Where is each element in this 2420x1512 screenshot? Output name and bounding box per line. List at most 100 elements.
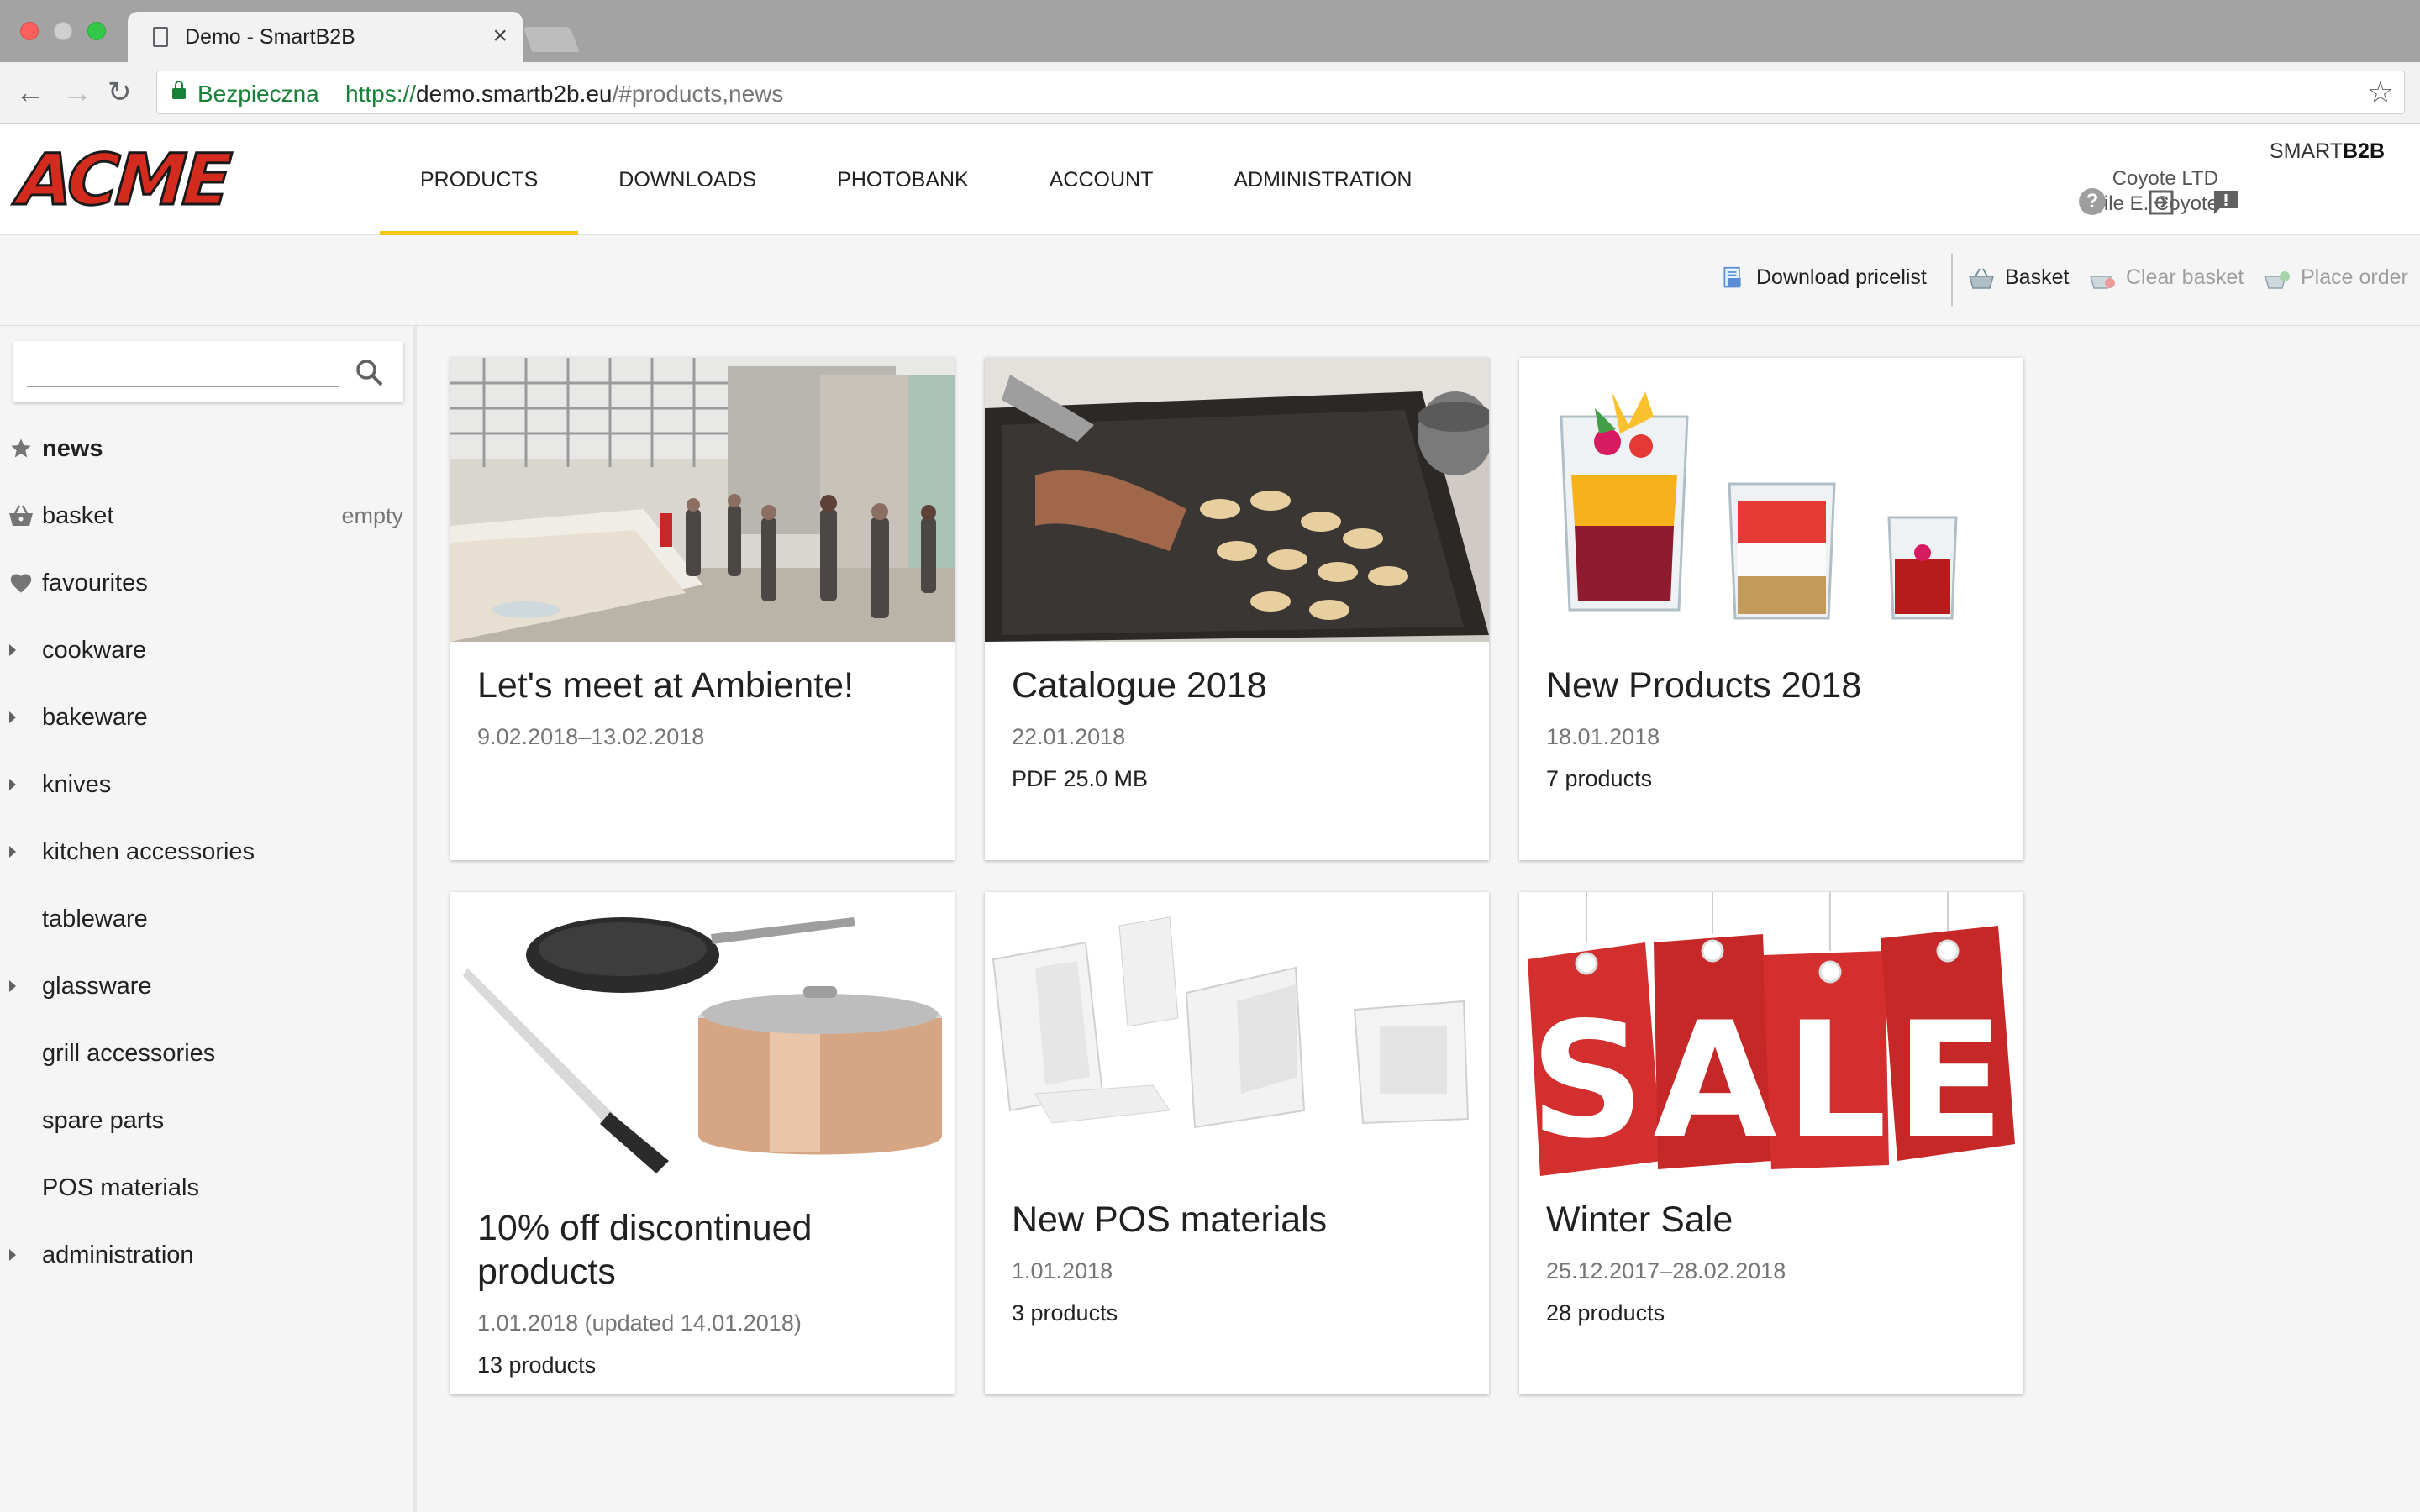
card-date: 9.02.2018–13.02.2018: [477, 724, 705, 749]
url-text[interactable]: https://demo.smartb2b.eu/#products,news: [345, 81, 783, 108]
sidebar-item-administration[interactable]: administration: [0, 1221, 403, 1289]
back-icon[interactable]: ←: [15, 76, 45, 109]
feedback-icon[interactable]: [2212, 188, 2240, 217]
smartb2b-brand: SMARTB2B: [2270, 139, 2385, 164]
main-nav: PRODUCTS DOWNLOADS PHOTOBANK ACCOUNT ADM…: [380, 124, 1452, 235]
new-tab-button[interactable]: [523, 27, 580, 52]
card-info: 3 products: [1012, 1300, 1118, 1326]
action-toolbar: Download pricelist Basket Clear basket P…: [0, 235, 2420, 326]
acme-logo[interactable]: ACME: [14, 138, 232, 223]
search-box: [13, 341, 403, 402]
nav-products[interactable]: PRODUCTS: [380, 124, 579, 235]
sidebar-item-label: POS materials: [42, 1173, 199, 1201]
news-card-discontinued[interactable]: 10% off discontinued products 1.01.2018 …: [450, 892, 955, 1394]
caret-right-icon[interactable]: [9, 644, 16, 656]
card-title: 10% off discontinued products: [477, 1208, 813, 1292]
clear-basket-icon: [2090, 275, 2115, 289]
nav-downloads[interactable]: DOWNLOADS: [578, 124, 797, 235]
reload-icon[interactable]: ↻: [108, 76, 132, 109]
basket-label: Basket: [2005, 265, 2070, 289]
news-card-catalogue[interactable]: Catalogue 2018 22.01.2018 PDF 25.0 MB: [985, 358, 1489, 860]
browser-tab[interactable]: Demo - SmartB2B ×: [128, 12, 523, 62]
card-info: 28 products: [1546, 1300, 1665, 1326]
sale-text: SALE: [1530, 988, 2013, 1173]
sidebar-item-news[interactable]: news: [0, 415, 403, 482]
sidebar-item-label: glassware: [42, 972, 152, 1000]
url-path: /#products,news: [612, 81, 784, 107]
sidebar-item-cookware[interactable]: cookware: [0, 617, 403, 684]
basket-icon: [1969, 268, 1994, 289]
sidebar-item-label: kitchen accessories: [42, 837, 255, 865]
caret-right-icon[interactable]: [9, 980, 16, 992]
tab-title: Demo - SmartB2B: [185, 25, 355, 49]
sidebar-item-grill-accessories[interactable]: grill accessories: [0, 1020, 403, 1087]
baking-tray-image: [985, 358, 1489, 642]
sidebar-item-label: cookware: [42, 636, 147, 664]
bookmark-star-icon[interactable]: ☆: [2367, 75, 2394, 110]
sidebar-item-bakeware[interactable]: bakeware: [0, 684, 403, 751]
dessert-glasses-image: [1519, 358, 2023, 642]
card-date: 1.01.2018 (updated 14.01.2018): [477, 1310, 802, 1336]
tab-close-icon[interactable]: ×: [492, 22, 508, 50]
sidebar-item-favourites[interactable]: favourites: [0, 549, 403, 617]
caret-right-icon[interactable]: [9, 1249, 16, 1261]
browser-tab-bar: Demo - SmartB2B ×: [0, 0, 2420, 62]
sidebar-item-label: bakeware: [42, 703, 148, 731]
pricelist-icon: [1723, 266, 1741, 287]
search-icon[interactable]: [353, 356, 387, 390]
search-underline: [27, 386, 339, 387]
window-maximize-button[interactable]: [87, 22, 106, 40]
forward-icon[interactable]: →: [62, 76, 92, 109]
lock-icon: [172, 81, 186, 99]
sidebar-item-kitchen-accessories[interactable]: kitchen accessories: [0, 818, 403, 885]
card-date: 1.01.2018: [1012, 1258, 1113, 1284]
card-info: 7 products: [1546, 766, 1653, 791]
place-order-label: Place order: [2301, 265, 2408, 289]
caret-right-icon[interactable]: [9, 779, 16, 790]
sidebar-item-label: spare parts: [42, 1106, 165, 1134]
secure-label: Bezpieczna: [197, 81, 319, 107]
news-card-new-products[interactable]: New Products 2018 18.01.2018 7 products: [1519, 358, 2023, 860]
nav-photobank[interactable]: PHOTOBANK: [797, 124, 1009, 235]
category-sidebar: news basket empty favourites cookware ba…: [0, 326, 417, 1512]
news-card-ambiente[interactable]: Let's meet at Ambiente! 9.02.2018–13.02.…: [450, 358, 955, 860]
basket-button[interactable]: Basket: [1968, 265, 2069, 290]
nav-account[interactable]: ACCOUNT: [1009, 124, 1194, 235]
sidebar-item-label: basket: [42, 501, 114, 529]
nav-administration[interactable]: ADMINISTRATION: [1193, 124, 1452, 235]
sidebar-item-knives[interactable]: knives: [0, 751, 403, 818]
sidebar-item-spare-parts[interactable]: spare parts: [0, 1087, 403, 1154]
place-order-button[interactable]: Place order: [2264, 265, 2408, 290]
sidebar-item-glassware[interactable]: glassware: [0, 953, 403, 1020]
logout-icon[interactable]: [2148, 188, 2176, 217]
sidebar-item-label: grill accessories: [42, 1039, 216, 1067]
clear-basket-button[interactable]: Clear basket: [2089, 265, 2244, 290]
url-host: demo.smartb2b.eu: [416, 81, 613, 107]
url-scheme: https://: [345, 81, 417, 107]
news-card-pos-materials[interactable]: New POS materials 1.01.2018 3 products: [985, 892, 1489, 1394]
window-close-button[interactable]: [20, 22, 39, 40]
card-title: Catalogue 2018: [1012, 665, 1267, 706]
brand-bold: B2B: [2342, 139, 2385, 163]
card-title: Winter Sale: [1546, 1200, 1733, 1240]
caret-right-icon[interactable]: [9, 846, 16, 858]
heart-icon: [10, 574, 32, 593]
pos-displays-image: [985, 892, 1489, 1176]
news-card-winter-sale[interactable]: SALE Winter Sale 25.12.2017–28.02.2018 2…: [1519, 892, 2023, 1394]
clear-basket-label: Clear basket: [2126, 265, 2244, 289]
sidebar-item-basket[interactable]: basket empty: [0, 482, 403, 549]
search-input[interactable]: [27, 356, 339, 385]
card-date: 18.01.2018: [1546, 724, 1660, 749]
toolbar-divider: [1951, 254, 1953, 306]
window-minimize-button[interactable]: [54, 22, 72, 40]
address-bar[interactable]: Bezpieczna https://demo.smartb2b.eu/#pro…: [156, 71, 2405, 114]
card-title: Let's meet at Ambiente!: [477, 665, 855, 706]
download-pricelist-label: Download pricelist: [1756, 265, 1927, 289]
help-icon[interactable]: ?: [2079, 188, 2106, 215]
sidebar-item-pos-materials[interactable]: POS materials: [0, 1154, 403, 1221]
sidebar-item-label: news: [42, 434, 103, 462]
caret-right-icon[interactable]: [9, 711, 16, 723]
sidebar-item-tableware[interactable]: tableware: [0, 885, 403, 953]
card-title: New POS materials: [1012, 1200, 1328, 1240]
download-pricelist-button[interactable]: Download pricelist: [1719, 265, 1927, 290]
